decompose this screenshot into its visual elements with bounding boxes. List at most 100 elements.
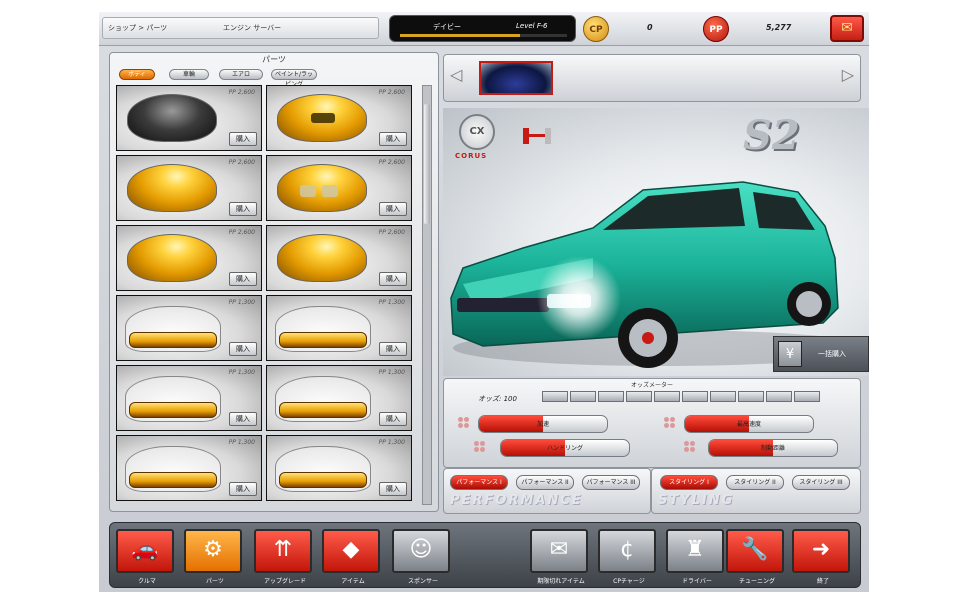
- odds-segment: [710, 391, 736, 402]
- part-bumper-image: [275, 446, 371, 492]
- car-thumbnail-selected[interactable]: [479, 61, 553, 95]
- buy-button[interactable]: 購入: [229, 412, 257, 426]
- part-item[interactable]: PP 1,300 購入: [266, 435, 412, 501]
- mail-icon[interactable]: ✉: [830, 15, 864, 42]
- tab-paint[interactable]: ペイント/ラッピング: [271, 69, 317, 88]
- buy-button[interactable]: 購入: [229, 132, 257, 146]
- nav-cp-charge-button[interactable]: ¢ CPチャージ: [598, 529, 656, 585]
- part-item[interactable]: PP 1,300 購入: [116, 295, 262, 361]
- hood-scoop: [311, 113, 335, 123]
- buy-button[interactable]: 購入: [229, 482, 257, 496]
- odds-segment: [654, 391, 680, 402]
- part-bumper-image: [125, 446, 221, 492]
- scrollbar-thumb[interactable]: [424, 104, 430, 224]
- performance-1-button[interactable]: パフォーマンス I: [450, 475, 508, 490]
- stat-braking-label: 制動距離: [760, 445, 785, 452]
- pp-coin-icon: PP: [703, 16, 729, 42]
- item-icon: ◆: [342, 537, 360, 562]
- next-car-icon[interactable]: ▷: [842, 65, 854, 84]
- odds-segment: [542, 391, 568, 402]
- nav-expired-item-button[interactable]: ✉ 期限切れアイテム: [530, 529, 588, 585]
- styling-1-button[interactable]: スタイリング I: [660, 475, 718, 490]
- buy-button[interactable]: 購入: [229, 202, 257, 216]
- stat-braking: 制動距離: [708, 439, 838, 457]
- styling-2-button[interactable]: スタイリング II: [726, 475, 784, 490]
- part-item[interactable]: PP 1,300 購入: [266, 365, 412, 431]
- odds-segment: [598, 391, 624, 402]
- buy-button[interactable]: 購入: [379, 272, 407, 286]
- odds-meter-panel: オッズメーター オッズ: 100 加速 最高速度 ハンドリング 制動距離: [443, 378, 861, 468]
- part-price: PP 2,600: [228, 229, 255, 236]
- prev-car-icon[interactable]: ◁: [450, 65, 462, 84]
- part-item[interactable]: PP 1,300 購入: [116, 435, 262, 501]
- part-hood-image: [277, 94, 367, 142]
- part-hood-image: [127, 94, 217, 142]
- part-bumper-image: [275, 306, 371, 352]
- performance-2-button[interactable]: パフォーマンス II: [516, 475, 574, 490]
- part-price: PP 1,300: [378, 439, 405, 446]
- buy-button[interactable]: 購入: [379, 342, 407, 356]
- tab-body[interactable]: ボディ: [119, 69, 155, 80]
- part-item[interactable]: PP 2,600 購入: [116, 85, 262, 151]
- bulk-buy-label: 一括購入: [818, 350, 846, 358]
- buy-button[interactable]: 購入: [379, 132, 407, 146]
- nav-label: CPチャージ: [613, 578, 645, 585]
- odds-segment: [794, 391, 820, 402]
- breadcrumb: ショップ > パーツ エンジン サーバー: [102, 17, 379, 39]
- part-hood-image: [277, 234, 367, 282]
- part-price: PP 1,300: [228, 439, 255, 446]
- bulk-buy-button[interactable]: ¥ 一括購入: [773, 336, 869, 372]
- buy-button[interactable]: 購入: [229, 272, 257, 286]
- parts-panel-title: パーツ: [262, 55, 286, 64]
- odds-segment: [570, 391, 596, 402]
- performance-watermark: PERFORMANCE: [450, 493, 583, 508]
- nav-tuning-button[interactable]: 🔧 チューニング: [726, 529, 784, 585]
- buy-button[interactable]: 購入: [229, 342, 257, 356]
- cp-charge-icon: ¢: [620, 537, 634, 562]
- part-item[interactable]: PP 2,600 購入: [116, 155, 262, 221]
- buy-button[interactable]: 購入: [379, 482, 407, 496]
- nav-upgrade-button[interactable]: ⇈ アップグレード: [254, 529, 312, 585]
- parts-tabs: ボディ 車輪 エアロ ペイント/ラッピング: [119, 69, 429, 88]
- part-price: PP 2,600: [378, 229, 405, 236]
- part-item[interactable]: PP 2,600 購入: [266, 155, 412, 221]
- buy-button[interactable]: 購入: [379, 202, 407, 216]
- part-item[interactable]: PP 2,600 購入: [266, 85, 412, 151]
- maker-badge: CX: [459, 114, 495, 150]
- nav-sponsor-button[interactable]: ☺ スポンサー: [392, 529, 450, 585]
- part-item[interactable]: PP 2,600 購入: [266, 225, 412, 291]
- part-item[interactable]: PP 2,600 購入: [116, 225, 262, 291]
- nav-exit-button[interactable]: ➜ 終了: [792, 529, 850, 585]
- part-price: PP 2,600: [378, 89, 405, 96]
- part-hood-image: [127, 164, 217, 212]
- bottom-nav: 🚗 クルマ ⚙ パーツ ⇈ アップグレード ◆ アイテム ☺ スポンサー ✉ 期限切れアイテム ¢ CPチ…: [109, 522, 861, 588]
- part-item[interactable]: PP 1,300 購入: [116, 365, 262, 431]
- part-price: PP 1,300: [228, 299, 255, 306]
- parts-icon: ⚙: [203, 537, 223, 562]
- tab-aero[interactable]: エアロ: [219, 69, 263, 80]
- cp-value: 0: [647, 23, 653, 32]
- nav-car-button[interactable]: 🚗 クルマ: [116, 529, 174, 585]
- drivetrain-front-right: [545, 128, 551, 144]
- buy-button[interactable]: 購入: [379, 412, 407, 426]
- upgrade-icon: ⇈: [273, 537, 293, 562]
- tab-wheels[interactable]: 車輪: [169, 69, 209, 80]
- breadcrumb-path[interactable]: ショップ > パーツ: [108, 18, 167, 38]
- odds-segment: [766, 391, 792, 402]
- nav-parts-button[interactable]: ⚙ パーツ: [184, 529, 242, 585]
- car-name: S2: [743, 112, 800, 159]
- performance-3-button[interactable]: パフォーマンス III: [582, 475, 640, 490]
- part-hood-image: [277, 164, 367, 212]
- parts-scrollbar[interactable]: [422, 85, 432, 505]
- nav-driver-button[interactable]: ♜ ドライバー: [666, 529, 724, 585]
- cp-coin-icon: CP: [583, 16, 609, 42]
- hood-vent: [322, 185, 338, 197]
- nav-item-button[interactable]: ◆ アイテム: [322, 529, 380, 585]
- styling-3-button[interactable]: スタイリング III: [792, 475, 850, 490]
- maker-name: CORUS: [455, 152, 488, 160]
- part-item[interactable]: PP 1,300 購入: [266, 295, 412, 361]
- current-shop: エンジン サーバー: [223, 24, 282, 32]
- expired-item-icon: ✉: [549, 537, 569, 562]
- stat-dots-icon: [458, 417, 470, 429]
- part-price: PP 1,300: [378, 369, 405, 376]
